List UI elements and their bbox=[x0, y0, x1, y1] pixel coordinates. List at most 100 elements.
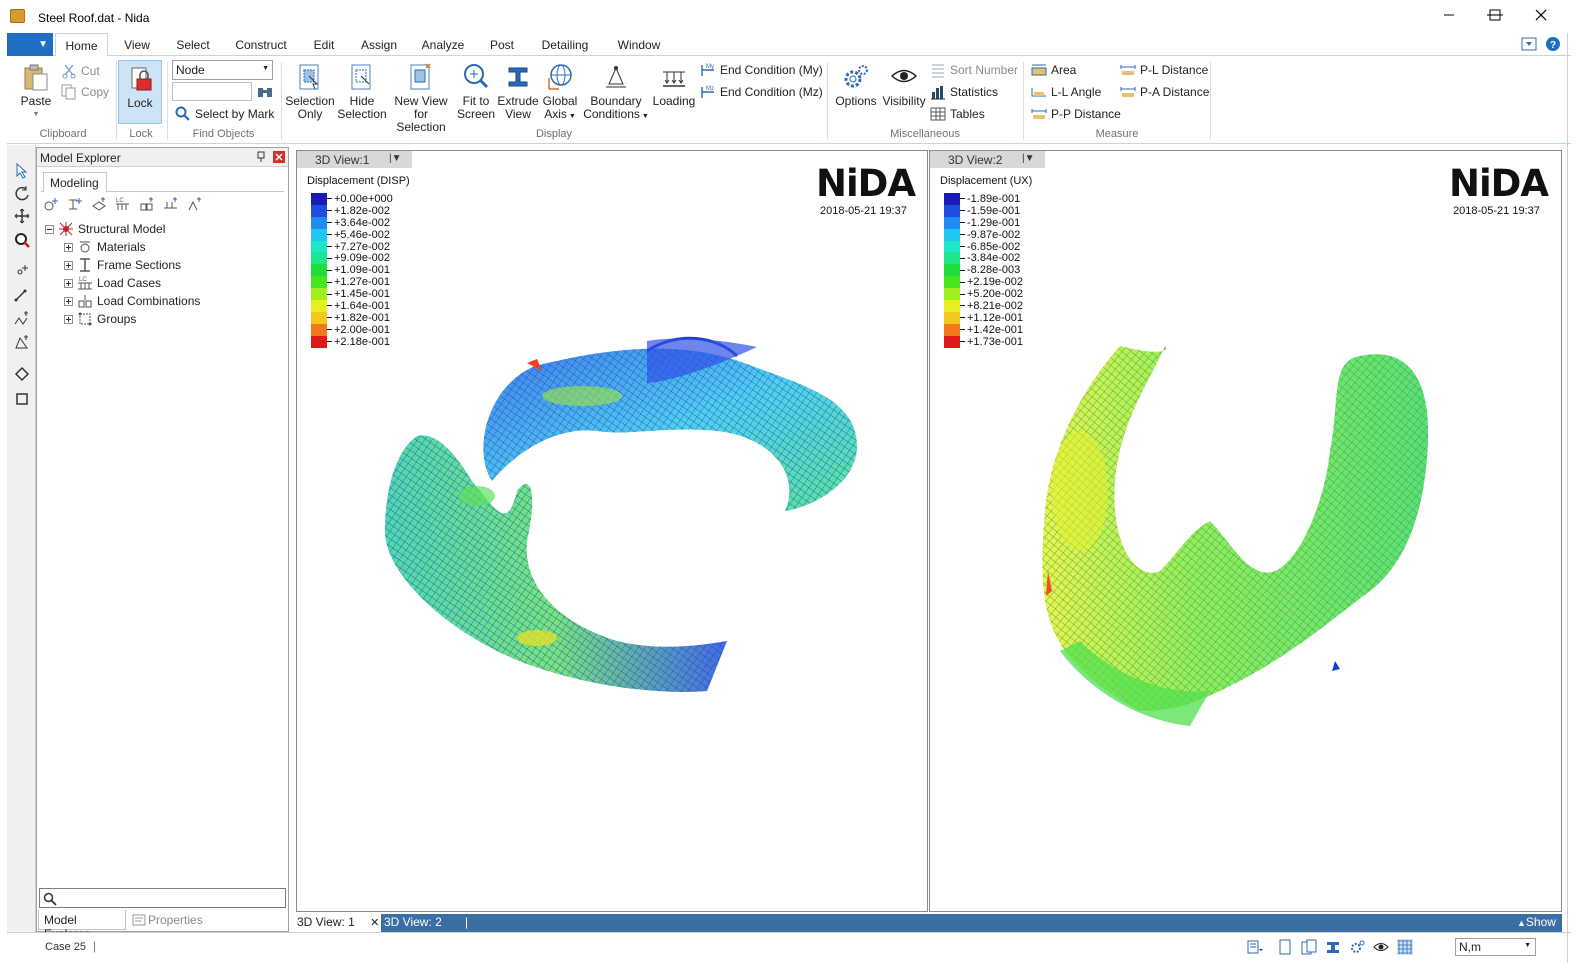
doc-tab-strip-active: 3D View: 2 | ▲Show bbox=[381, 914, 1562, 932]
object-type-select[interactable]: Node ▼ bbox=[172, 60, 273, 80]
add-material-icon[interactable] bbox=[43, 196, 59, 212]
draw-rect-icon[interactable] bbox=[12, 389, 32, 409]
tab-edit[interactable]: Edit bbox=[309, 33, 339, 56]
options-button[interactable]: Options bbox=[833, 62, 879, 108]
pointer-icon[interactable] bbox=[12, 161, 32, 181]
hide-selection-button[interactable]: Hide Selection bbox=[336, 62, 388, 121]
tree-item-groups[interactable]: Groups bbox=[64, 310, 136, 328]
tab-select[interactable]: Select bbox=[173, 33, 213, 56]
help-icon[interactable]: ? bbox=[1545, 36, 1561, 52]
add-group-icon[interactable] bbox=[187, 196, 203, 212]
units-select[interactable]: N,m ▼ bbox=[1455, 938, 1536, 956]
draw-shape-icon[interactable] bbox=[12, 364, 32, 384]
extrude-view-button[interactable]: Extrude View bbox=[497, 62, 539, 121]
chevron-up-icon: ▲ bbox=[1517, 918, 1526, 928]
pp-distance-button[interactable]: P-P Distance bbox=[1031, 105, 1121, 123]
select-by-mark-button[interactable]: Select by Mark bbox=[175, 105, 274, 123]
tab-detailing[interactable]: Detailing bbox=[537, 33, 593, 56]
pan-icon[interactable] bbox=[12, 206, 32, 226]
tab-analyze[interactable]: Analyze bbox=[419, 33, 467, 56]
tree-item-materials[interactable]: Materials bbox=[64, 238, 146, 256]
doc-tab-view-2[interactable]: 3D View: 2 bbox=[384, 915, 442, 929]
add-area-icon[interactable] bbox=[12, 332, 32, 352]
pin-icon[interactable] bbox=[256, 151, 266, 166]
tab-assign[interactable]: Assign bbox=[357, 33, 401, 56]
area-button[interactable]: Area bbox=[1031, 61, 1076, 79]
close-button[interactable] bbox=[1518, 0, 1564, 30]
copy-button[interactable]: Copy bbox=[61, 83, 109, 101]
binoculars-icon[interactable] bbox=[257, 84, 273, 100]
find-mark-input[interactable] bbox=[172, 82, 252, 101]
doc-tab-view-1[interactable]: 3D View: 1 ✕ bbox=[297, 915, 379, 929]
tree-item-load-cases[interactable]: LC Load Cases bbox=[64, 274, 161, 292]
tab-view[interactable]: View bbox=[117, 33, 157, 56]
sort-number-button[interactable]: Sort Number bbox=[930, 61, 1018, 79]
eye-icon[interactable] bbox=[1373, 939, 1389, 955]
pl-distance-button[interactable]: P-L Distance bbox=[1120, 61, 1208, 79]
expand-icon[interactable] bbox=[64, 242, 73, 252]
rotate-icon[interactable] bbox=[12, 183, 32, 203]
show-panel-button[interactable]: ▲Show bbox=[1517, 915, 1556, 929]
minimize-icon[interactable] bbox=[1426, 0, 1472, 30]
svg-text:LC: LC bbox=[116, 198, 124, 204]
3d-view-2[interactable]: 3D View:2 |▼ NiDA 2018-05-21 19:37 Displ… bbox=[929, 150, 1562, 912]
ll-angle-button[interactable]: L-L Angle bbox=[1031, 83, 1101, 101]
maximize-button[interactable] bbox=[1472, 0, 1518, 30]
tree-item-frame-sections[interactable]: Frame Sections bbox=[64, 256, 181, 274]
settings-gear-icon[interactable] bbox=[1349, 939, 1365, 955]
add-node-icon[interactable] bbox=[12, 260, 32, 280]
tree-root-label: Structural Model bbox=[78, 222, 166, 236]
tables-button[interactable]: Tables bbox=[930, 105, 985, 123]
ribbon-minimize-icon[interactable] bbox=[1521, 36, 1537, 52]
paste-label: Paste bbox=[20, 94, 52, 108]
cut-button[interactable]: Cut bbox=[61, 62, 100, 80]
tree-item-load-combinations[interactable]: Load Combinations bbox=[64, 292, 200, 310]
pages-icon[interactable] bbox=[1301, 939, 1317, 955]
boundary-conditions-button[interactable]: Boundary Conditions ▼ bbox=[582, 62, 650, 123]
application-menu-button[interactable]: ▼ bbox=[7, 33, 53, 56]
selection-only-button[interactable]: Selection Only bbox=[284, 62, 336, 121]
grid-icon[interactable] bbox=[1397, 939, 1413, 955]
add-section-icon[interactable] bbox=[67, 196, 83, 212]
paste-button[interactable]: Paste ▼ bbox=[19, 62, 53, 121]
zoom-icon[interactable] bbox=[12, 230, 32, 250]
3d-view-1[interactable]: 3D View:1 |▼ NiDA 2018-05-21 19:37 Displ… bbox=[296, 150, 928, 912]
close-tab-icon[interactable]: ✕ bbox=[370, 917, 379, 929]
tab-model-explorer[interactable]: Model Explorer bbox=[38, 910, 126, 941]
end-condition-my-button[interactable]: My End Condition (My) bbox=[700, 61, 823, 79]
extrude-icon[interactable] bbox=[1325, 939, 1341, 955]
statistics-button[interactable]: Statistics bbox=[930, 83, 998, 101]
explorer-search-input[interactable] bbox=[39, 888, 286, 908]
page-icon[interactable] bbox=[1277, 939, 1293, 955]
expand-icon[interactable] bbox=[64, 260, 73, 270]
expand-icon[interactable] bbox=[64, 296, 73, 306]
tab-modeling[interactable]: Modeling bbox=[43, 172, 107, 193]
close-panel-icon[interactable] bbox=[273, 151, 285, 163]
expand-icon[interactable] bbox=[64, 278, 73, 288]
lock-button[interactable]: Lock bbox=[118, 60, 162, 124]
layout-icon[interactable] bbox=[1247, 939, 1263, 955]
end-condition-mz-button[interactable]: Mz End Condition (Mz) bbox=[700, 83, 823, 101]
visibility-button[interactable]: Visibility bbox=[880, 62, 928, 108]
extrude-label-2: View bbox=[505, 107, 531, 121]
chevron-down-icon: ▼ bbox=[639, 113, 649, 120]
add-combination-icon[interactable] bbox=[139, 196, 155, 212]
add-area-section-icon[interactable] bbox=[91, 196, 107, 212]
expand-icon[interactable] bbox=[64, 314, 73, 324]
tab-window[interactable]: Window bbox=[613, 33, 665, 56]
add-load-icon[interactable] bbox=[163, 196, 179, 212]
add-frame-icon[interactable] bbox=[12, 284, 32, 304]
tab-post[interactable]: Post bbox=[485, 33, 519, 56]
add-load-case-icon[interactable]: LC bbox=[115, 196, 131, 212]
global-axis-button[interactable]: Global Axis ▼ bbox=[540, 62, 580, 123]
new-view-for-selection-button[interactable]: New View for Selection bbox=[388, 62, 454, 134]
tree-root-structural-model[interactable]: Structural Model bbox=[45, 220, 165, 238]
tab-construct[interactable]: Construct bbox=[231, 33, 291, 56]
loading-button[interactable]: Loading bbox=[651, 62, 697, 108]
fit-to-screen-button[interactable]: Fit to Screen bbox=[456, 62, 496, 121]
tab-properties[interactable]: Properties bbox=[128, 910, 208, 930]
pa-distance-button[interactable]: P-A Distance bbox=[1120, 83, 1209, 101]
collapse-icon[interactable] bbox=[45, 224, 54, 234]
tab-home[interactable]: Home bbox=[55, 33, 108, 57]
add-multi-frame-icon[interactable] bbox=[12, 308, 32, 328]
